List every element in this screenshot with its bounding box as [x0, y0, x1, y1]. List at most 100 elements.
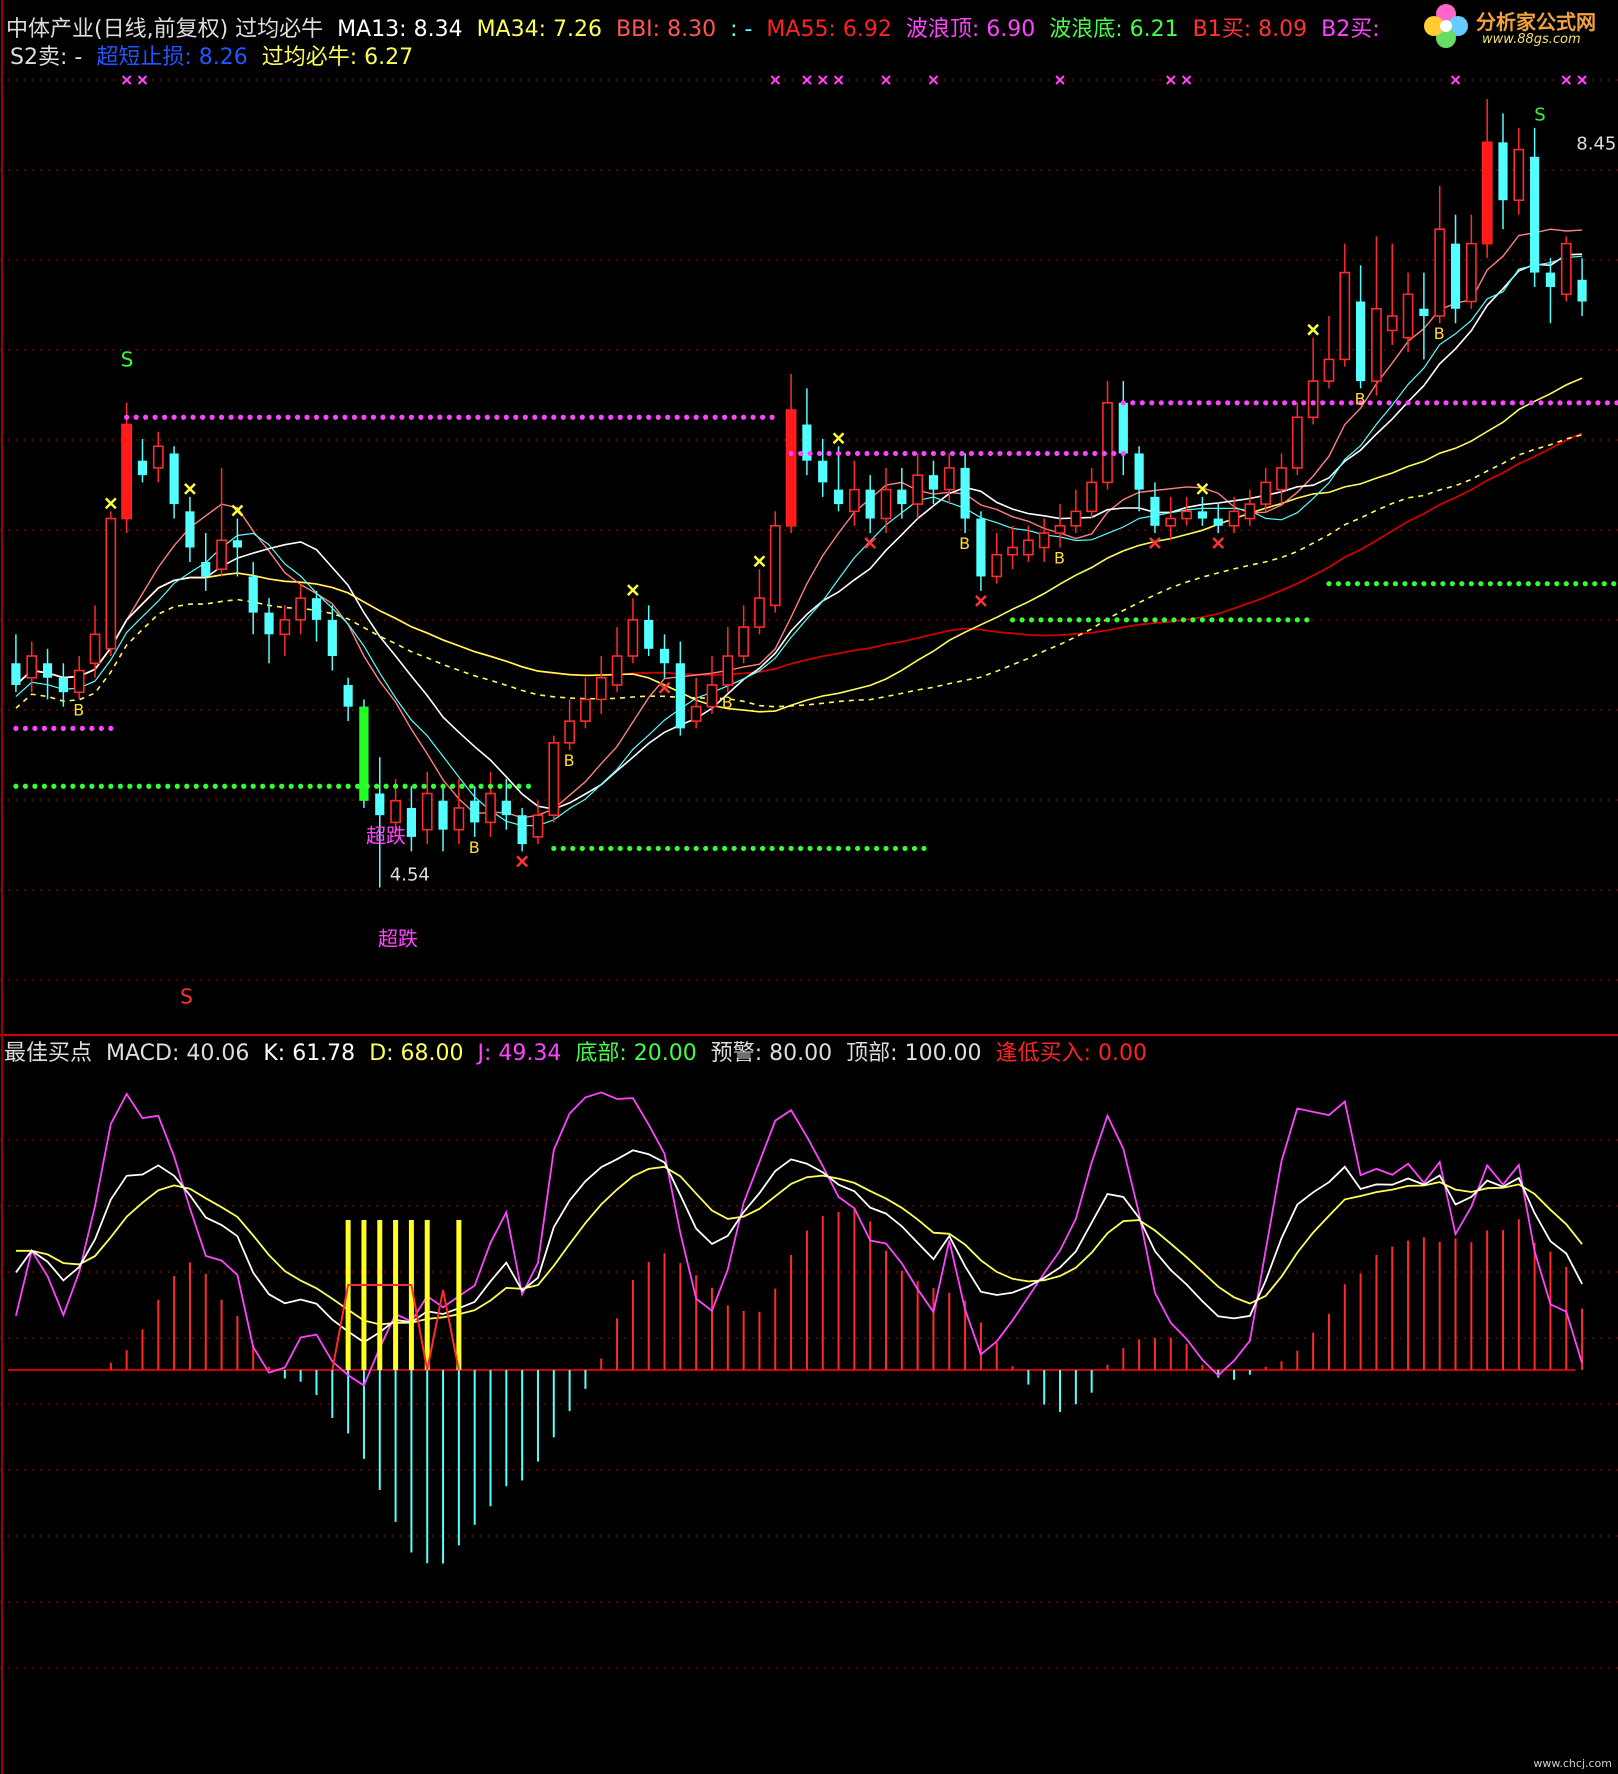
header-value: J: 49.34 [476, 1041, 562, 1066]
wave-top-dot [570, 414, 576, 420]
wave-top-dot [1595, 400, 1601, 406]
wave-bottom-dot [392, 783, 399, 789]
candle-down [960, 467, 970, 519]
wave-top-dot [1481, 400, 1487, 406]
wave-top-dot [826, 450, 832, 457]
wave-bottom-dot [317, 783, 323, 789]
candle-up [1070, 510, 1082, 527]
wave-top-dot [1424, 400, 1430, 406]
wave-bottom-dot [487, 783, 494, 789]
wave-top-dot [228, 414, 234, 420]
wave-top-dot [959, 450, 965, 457]
oversold-label: 超跌 [378, 926, 418, 950]
wave-bottom-dot [155, 783, 161, 789]
candle-down [1577, 279, 1587, 302]
wave-top-dot [1111, 450, 1117, 457]
wave-top-dot [162, 414, 168, 420]
candle-down [137, 460, 148, 476]
candle-down [818, 460, 828, 483]
site-logo[interactable]: 分析家公式网 www.88gs.com [1418, 2, 1614, 52]
wave-top-dot [247, 414, 253, 420]
wave-bottom-dot [1468, 581, 1474, 587]
wave-bottom-dot [921, 845, 927, 852]
candle-up [1086, 481, 1098, 513]
wave-top-dot [342, 414, 348, 420]
candle-up [390, 799, 401, 824]
candle-up [1054, 524, 1066, 534]
wave-bottom-dot [459, 783, 465, 789]
wave-top-dot [674, 414, 680, 420]
wave-bottom-dot [13, 783, 19, 789]
wave-top-dot [1016, 450, 1022, 457]
price-header-line-2: S2卖: - 超短止损: 8.26 过均必牛: 6.27 [10, 45, 413, 70]
candle-up [1402, 293, 1414, 339]
candle-down [1213, 518, 1223, 526]
wave-top-dot [1063, 450, 1069, 457]
wave-bottom-dot [411, 783, 418, 789]
header-value: B2买: [1321, 17, 1380, 42]
candle-down [1545, 272, 1556, 288]
wave-top-dot [1025, 450, 1031, 457]
buy-signal-b: B [564, 751, 575, 770]
sell-signal-s: S [121, 348, 134, 372]
wave-top-dot [684, 414, 690, 420]
wave-top-dot [389, 414, 396, 420]
highlight-candle [786, 410, 796, 526]
wave-bottom-dot [674, 845, 680, 852]
candle-up [690, 705, 702, 722]
header-value: 最佳买点 [4, 1041, 92, 1066]
price-header-line: 中体产业(日线,前复权) 过均必牛 MA13: 8.34 MA34: 7.26 BBI… [6, 17, 1380, 42]
wave-bottom-dot [636, 845, 642, 852]
candle-down [1134, 453, 1144, 490]
candle-up [1181, 510, 1192, 520]
candle-down [1197, 511, 1207, 519]
wave-bottom-dot [1506, 581, 1512, 587]
wave-bottom-dot [22, 783, 29, 789]
wave-bottom-dot [1294, 617, 1300, 623]
wave-bottom-dot [598, 845, 604, 852]
wave-bottom-dot [1047, 617, 1054, 623]
candle-up [722, 655, 734, 686]
wave-bottom-dot [627, 845, 633, 852]
wave-bottom-dot [1354, 581, 1361, 587]
wave-bottom-dot [326, 783, 332, 789]
wave-top-dot [427, 414, 433, 420]
wave-top-dot [892, 450, 899, 457]
wave-top-dot [143, 414, 149, 420]
wave-bottom-dot [449, 783, 456, 789]
wave-top-dot [1386, 400, 1392, 406]
wave-top-dot [797, 450, 804, 457]
wave-top-dot [522, 414, 528, 420]
wave-top-dot [124, 414, 130, 420]
candle-down [232, 540, 242, 548]
wave-top-dot [1073, 450, 1079, 457]
wave-bottom-dot [440, 783, 446, 789]
header-value: MA34: 7.26 [477, 17, 602, 42]
wave-top-dot [1272, 400, 1278, 406]
watermark: www.chcj.com [1533, 1757, 1612, 1770]
wave-bottom-dot [60, 783, 66, 789]
wave-bottom-dot [355, 783, 361, 789]
wave-top-dot [987, 450, 994, 457]
wave-bottom-dot [260, 783, 266, 789]
wave-top-dot [446, 414, 452, 420]
wave-bottom-dot [1573, 581, 1579, 587]
wave-top-dot [190, 414, 196, 420]
header-value: MA55: 6.92 [766, 17, 891, 42]
wave-bottom-dot [165, 783, 171, 789]
wave-bottom-dot [712, 845, 718, 852]
wave-top-dot [171, 414, 177, 420]
candle-up [611, 655, 623, 686]
wave-bottom-dot [741, 845, 747, 852]
wave-top-dot [1101, 450, 1107, 457]
wave-bottom-dot [430, 783, 437, 789]
wave-top-dot [484, 414, 490, 420]
candle-down [201, 561, 211, 577]
wave-top-dot [79, 725, 85, 731]
candle-down [343, 684, 353, 707]
buy-signal-b: B [1054, 549, 1065, 568]
wave-bottom-dot [1411, 581, 1417, 587]
wave-bottom-dot [902, 845, 908, 852]
wave-top-dot [199, 414, 206, 420]
wave-bottom-dot [835, 845, 842, 852]
